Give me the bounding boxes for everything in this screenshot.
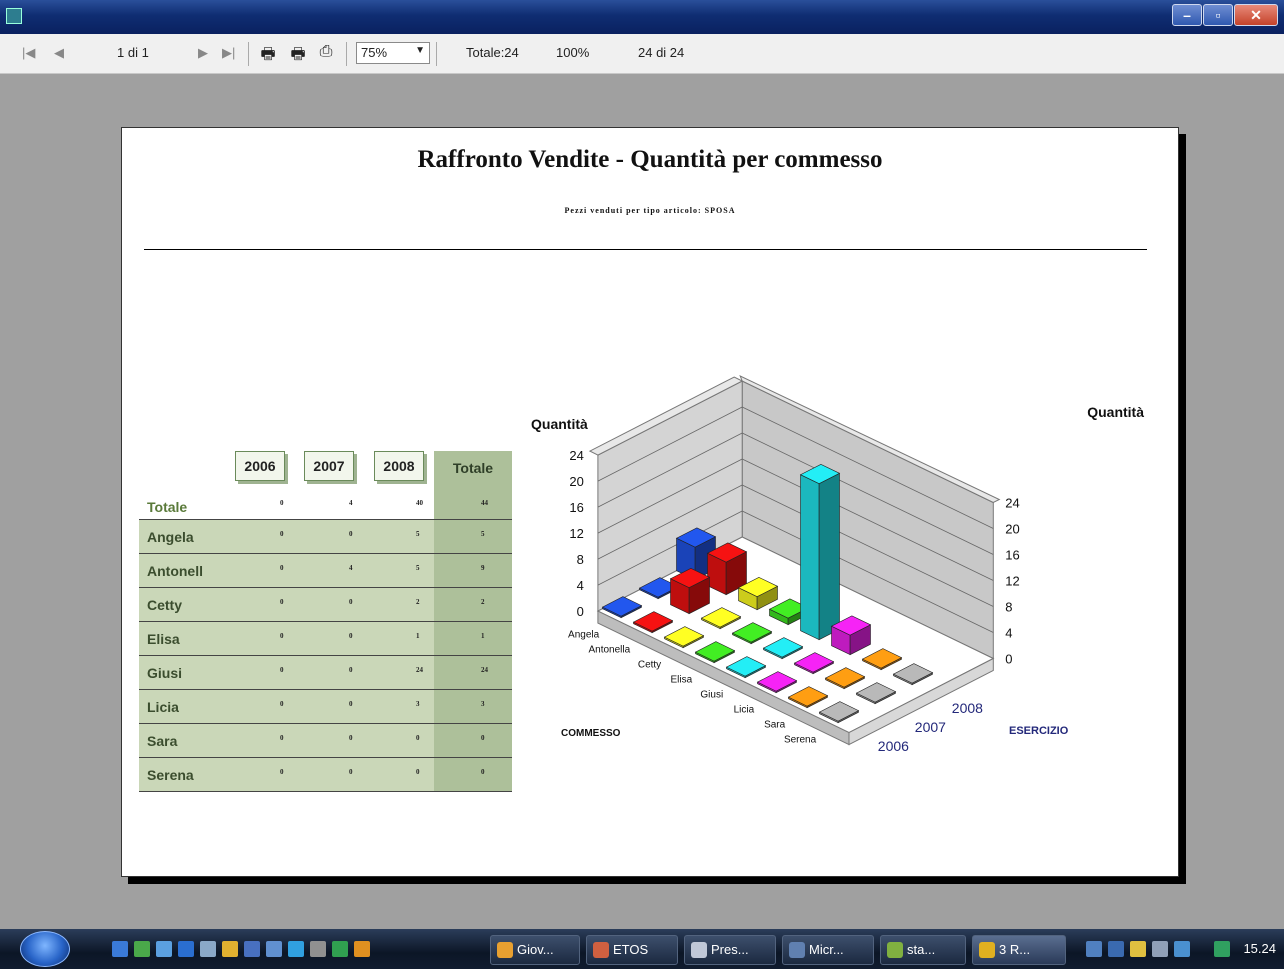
tray-icon[interactable] <box>1086 941 1102 957</box>
app-icon <box>6 8 22 24</box>
app-icon <box>593 942 609 958</box>
report-toolbar: |◀ ◀ 1 di 1 ▶ ▶| 🖶 🖶 ⎙ 75% ▼ Totale:24 1… <box>0 34 1284 74</box>
quicklaunch-icon[interactable] <box>332 941 348 957</box>
quicklaunch-icon[interactable] <box>310 941 326 957</box>
taskbar-button[interactable]: Giov... <box>490 935 580 965</box>
quicklaunch-icon[interactable] <box>134 941 150 957</box>
tray-icon[interactable] <box>1214 941 1230 957</box>
y-axis-title-right: Quantità <box>1087 404 1144 420</box>
chevron-down-icon: ▼ <box>415 45 425 56</box>
quicklaunch-icon[interactable] <box>244 941 260 957</box>
quicklaunch-icon[interactable] <box>156 941 172 957</box>
lock-icon[interactable] <box>222 941 238 957</box>
tray-icon[interactable] <box>1152 941 1168 957</box>
next-page-icon[interactable]: ▶ <box>198 45 208 61</box>
percent-readout: 100% <box>556 45 590 60</box>
x-axis-title: COMMESSO <box>561 728 621 739</box>
show-desktop-icon[interactable] <box>112 941 128 957</box>
last-page-icon[interactable]: ▶| <box>222 45 235 61</box>
y-tick-label-left: 20 <box>569 474 583 489</box>
taskbar-button[interactable]: Micr... <box>782 935 874 965</box>
prev-page-icon[interactable]: ◀ <box>54 45 64 61</box>
zoom-select[interactable]: 75% ▼ <box>356 42 430 64</box>
y-tick-label-right: 24 <box>1005 496 1019 511</box>
app-icon <box>887 942 903 958</box>
toolbar-separator <box>346 42 347 66</box>
y-axis-title-left: Quantità <box>531 416 588 432</box>
y-tick-label-right: 0 <box>1005 652 1012 667</box>
export-icon[interactable]: ⎙ <box>316 43 336 63</box>
records-readout: 24 di 24 <box>638 45 685 60</box>
y-tick-label-right: 16 <box>1005 548 1019 563</box>
y-tick-label-left: 24 <box>569 448 583 463</box>
skype-icon[interactable] <box>288 941 304 957</box>
print-setup-icon[interactable]: 🖶 <box>288 43 308 63</box>
category-label: Elisa <box>671 675 693 686</box>
y-tick-label-left: 12 <box>569 526 583 541</box>
category-label: Serena <box>784 735 817 746</box>
ie-icon[interactable] <box>178 941 194 957</box>
category-label: Sara <box>764 720 786 731</box>
sales-3d-bar-chart: 0 4 8 12 16 20 24 0 4 8 12 16 20 24 Quantità Quantità An… <box>531 374 1144 754</box>
quicklaunch-icon[interactable] <box>200 941 216 957</box>
y-tick-label-right: 4 <box>1005 626 1012 641</box>
taskbar-button[interactable]: ETOS <box>586 935 678 965</box>
category-label: Angela <box>568 630 600 641</box>
totale-readout: Totale:24 <box>466 45 519 60</box>
clock: 15.24 <box>1243 941 1276 956</box>
taskbar: Giov... ETOS Pres... Micr... sta... 3 R.… <box>0 929 1284 969</box>
zoom-value: 75% <box>361 45 388 60</box>
tray-icon[interactable] <box>1174 941 1190 957</box>
window-controls: – ▫ ✕ <box>1171 4 1278 26</box>
taskbar-button[interactable]: Pres... <box>684 935 776 965</box>
bar-side <box>818 472 840 641</box>
category-label: Antonella <box>588 645 630 656</box>
app-icon <box>789 942 805 958</box>
category-label: Licia <box>734 705 755 716</box>
series-label: 2008 <box>952 700 983 716</box>
first-page-icon[interactable]: |◀ <box>22 45 35 61</box>
tray-icon[interactable] <box>1130 941 1146 957</box>
quicklaunch-icon[interactable] <box>354 941 370 957</box>
minimize-button[interactable]: – <box>1172 4 1202 26</box>
tray-icon[interactable] <box>1108 941 1124 957</box>
start-button[interactable] <box>20 931 70 967</box>
z-axis-title: ESERCIZIO <box>1009 725 1069 737</box>
app-icon <box>497 942 513 958</box>
system-tray: 15.24 <box>1048 929 1284 969</box>
maximize-button[interactable]: ▫ <box>1203 4 1233 26</box>
app-icon <box>691 942 707 958</box>
y-tick-label-left: 0 <box>577 604 584 619</box>
chart-walls <box>588 374 1001 746</box>
toolbar-separator <box>436 42 437 66</box>
window-titlebar: – ▫ ✕ <box>0 0 1284 34</box>
y-tick-label-right: 8 <box>1005 600 1012 615</box>
y-tick-label-left: 4 <box>577 578 584 593</box>
taskbar-button[interactable]: sta... <box>880 935 966 965</box>
page-indicator: 1 di 1 <box>117 45 149 60</box>
quicklaunch-icon[interactable] <box>266 941 282 957</box>
series-label: 2006 <box>878 738 909 754</box>
report-page: Raffronto Vendite - Quantità per commess… <box>121 127 1179 877</box>
y-tick-label-left: 8 <box>577 552 584 567</box>
close-button[interactable]: ✕ <box>1234 4 1278 26</box>
category-label: Cetty <box>638 660 661 671</box>
bar-2008-Giusi <box>799 463 841 641</box>
category-label: Giusi <box>700 690 723 701</box>
print-icon[interactable]: 🖶 <box>258 43 278 63</box>
y-tick-label-right: 20 <box>1005 522 1019 537</box>
y-tick-label-right: 12 <box>1005 574 1019 589</box>
y-tick-label-left: 16 <box>569 500 583 515</box>
series-label: 2007 <box>915 719 946 735</box>
bar-front <box>800 474 820 641</box>
toolbar-separator <box>248 42 249 66</box>
app-icon <box>979 942 995 958</box>
